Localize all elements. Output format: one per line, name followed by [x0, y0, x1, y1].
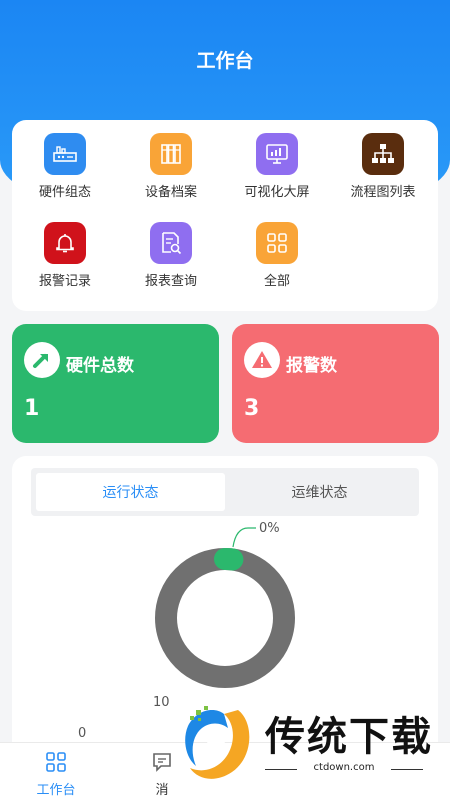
watermark-logo-icon	[185, 706, 250, 779]
label-leader-line	[232, 527, 256, 548]
menu-label: 全部	[263, 274, 290, 289]
nav-item-workbench[interactable]: 工作台	[0, 743, 112, 800]
tab-running-status[interactable]: 运行状态	[36, 473, 225, 511]
menu-card: 硬件组态 设备档案 可视化大屏 流程图列表 报警记录 报表查询 全部	[12, 120, 438, 311]
menu-item-visual-screen[interactable]: 可视化大屏	[224, 133, 330, 203]
menu-label: 设备档案	[144, 185, 197, 200]
report-search-icon	[150, 222, 192, 264]
axis-label-10: 10	[153, 695, 170, 710]
page-title: 工作台	[196, 50, 254, 72]
hardware-config-icon	[44, 133, 86, 175]
menu-item-all[interactable]: 全部	[224, 222, 330, 292]
menu-label: 可视化大屏	[244, 185, 310, 200]
menu-item-alarm-records[interactable]: 报警记录	[12, 222, 118, 292]
hardware-total-card[interactable]: 硬件总数 1	[12, 324, 219, 443]
axis-label-0: 0	[78, 726, 86, 741]
menu-label: 流程图列表	[350, 185, 416, 200]
nav-label-workbench: 工作台	[36, 783, 76, 798]
menu-item-report-query[interactable]: 报表查询	[118, 222, 224, 292]
watermark-title: 传统下载	[265, 714, 433, 760]
flowchart-icon	[362, 133, 404, 175]
bell-icon	[44, 222, 86, 264]
status-tabs: 运行状态 运维状态	[31, 468, 419, 516]
donut-ring-gray	[155, 548, 295, 688]
menu-label: 报表查询	[144, 274, 197, 289]
alarm-count-card[interactable]: 报警数 3	[232, 324, 439, 443]
menu-item-hardware-config[interactable]: 硬件组态	[12, 133, 118, 203]
menu-label: 硬件组态	[38, 185, 91, 200]
menu-item-device-archive[interactable]: 设备档案	[118, 133, 224, 203]
donut-percent-label: 0%	[259, 521, 280, 536]
watermark-url: ctdown.com	[265, 762, 423, 773]
alarm-count-value: 3	[244, 396, 260, 421]
monitor-screen-icon	[256, 133, 298, 175]
menu-label: 报警记录	[38, 274, 91, 289]
hardware-total-title: 硬件总数	[66, 356, 134, 376]
message-icon	[153, 753, 171, 772]
trend-up-icon	[24, 342, 60, 378]
device-archive-icon	[150, 133, 192, 175]
grid-icon	[256, 222, 298, 264]
hardware-total-value: 1	[24, 396, 40, 421]
warning-icon	[244, 342, 280, 378]
alarm-count-title: 报警数	[286, 356, 337, 376]
menu-item-flowchart-list[interactable]: 流程图列表	[330, 133, 436, 203]
tab-maintenance-status[interactable]: 运维状态	[225, 473, 414, 511]
watermark: 传统下载 ctdown.com	[180, 700, 450, 800]
grid-icon	[46, 752, 66, 772]
